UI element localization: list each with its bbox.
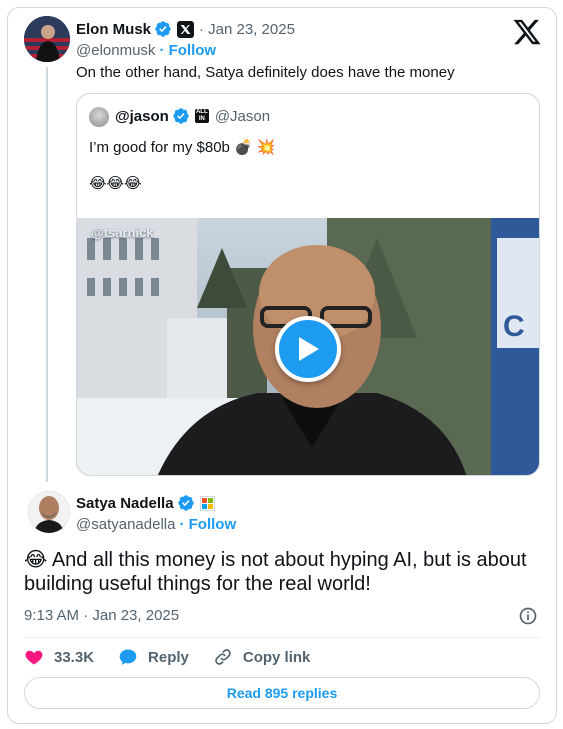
badge-text-line-1: ALL (195, 109, 208, 115)
reply-icon (119, 649, 137, 665)
display-name[interactable]: Satya Nadella (76, 495, 174, 512)
video-watermark: @tsarnick (91, 225, 154, 240)
heart-icon (25, 650, 43, 665)
reply-button[interactable]: Reply (118, 647, 189, 667)
avatar-elon-musk[interactable] (24, 16, 70, 62)
badge-text-line-2: IN (198, 116, 205, 122)
display-name: @jason (115, 107, 169, 125)
video-player[interactable]: C @tsarnick (77, 218, 539, 475)
reply-tweet-text: 😂 And all this money is not about hyping… (24, 549, 527, 595)
government-badge-icon (177, 20, 195, 38)
link-icon (215, 649, 231, 665)
handle[interactable]: @elonmusk (76, 42, 155, 59)
play-icon (299, 337, 319, 361)
verified-icon (155, 21, 171, 37)
follow-button[interactable]: · Follow (159, 42, 216, 59)
quote-tweet[interactable]: @jason ALL IN @Jason I’m good for my $80… (76, 93, 540, 476)
tweet-date[interactable]: · Jan 23, 2025 (199, 21, 295, 38)
parent-tweet-header: Elon Musk · Jan 23, 2025 (76, 20, 295, 38)
reply-handle-row: @satyanadella · Follow (76, 516, 236, 533)
verified-icon (177, 495, 194, 511)
reply-tweet-header: Satya Nadella (76, 494, 215, 512)
handle: @Jason (214, 107, 271, 125)
parent-handle-row: @elonmusk · Follow (76, 42, 216, 59)
avatar-satya-nadella[interactable] (28, 491, 70, 533)
read-replies-button[interactable]: Read 895 replies (24, 677, 540, 709)
copy-link-button[interactable]: Copy link (213, 647, 311, 667)
action-bar: 33.3K Reply Copy link (24, 647, 334, 667)
all-in-badge-icon: ALL IN (194, 109, 209, 123)
divider (24, 637, 540, 638)
svg-text:C: C (503, 310, 525, 343)
play-button[interactable] (275, 316, 341, 382)
x-logo-icon[interactable] (512, 17, 542, 47)
like-button[interactable]: 33.3K (24, 647, 94, 667)
tweet-timestamp[interactable]: 9:13 AM · Jan 23, 2025 (24, 607, 179, 624)
follow-button[interactable]: · Follow (179, 516, 236, 533)
handle[interactable]: @satyanadella (76, 516, 175, 533)
reply-label: Reply (148, 648, 189, 666)
info-icon[interactable] (518, 606, 538, 626)
quote-tweet-emojis: 😂😂😂 (89, 174, 142, 192)
thread-line (46, 67, 48, 482)
copy-link-label: Copy link (242, 648, 311, 666)
quote-tweet-header: @jason ALL IN @Jason (115, 107, 270, 125)
verified-icon (173, 108, 189, 124)
parent-tweet-text: On the other hand, Satya definitely does… (76, 64, 455, 81)
display-name[interactable]: Elon Musk (76, 21, 151, 38)
like-count: 33.3K (54, 648, 95, 666)
avatar-jason (89, 107, 109, 127)
microsoft-badge-icon (199, 495, 215, 511)
quote-tweet-text: I’m good for my $80b 💣 💥 (89, 139, 276, 156)
